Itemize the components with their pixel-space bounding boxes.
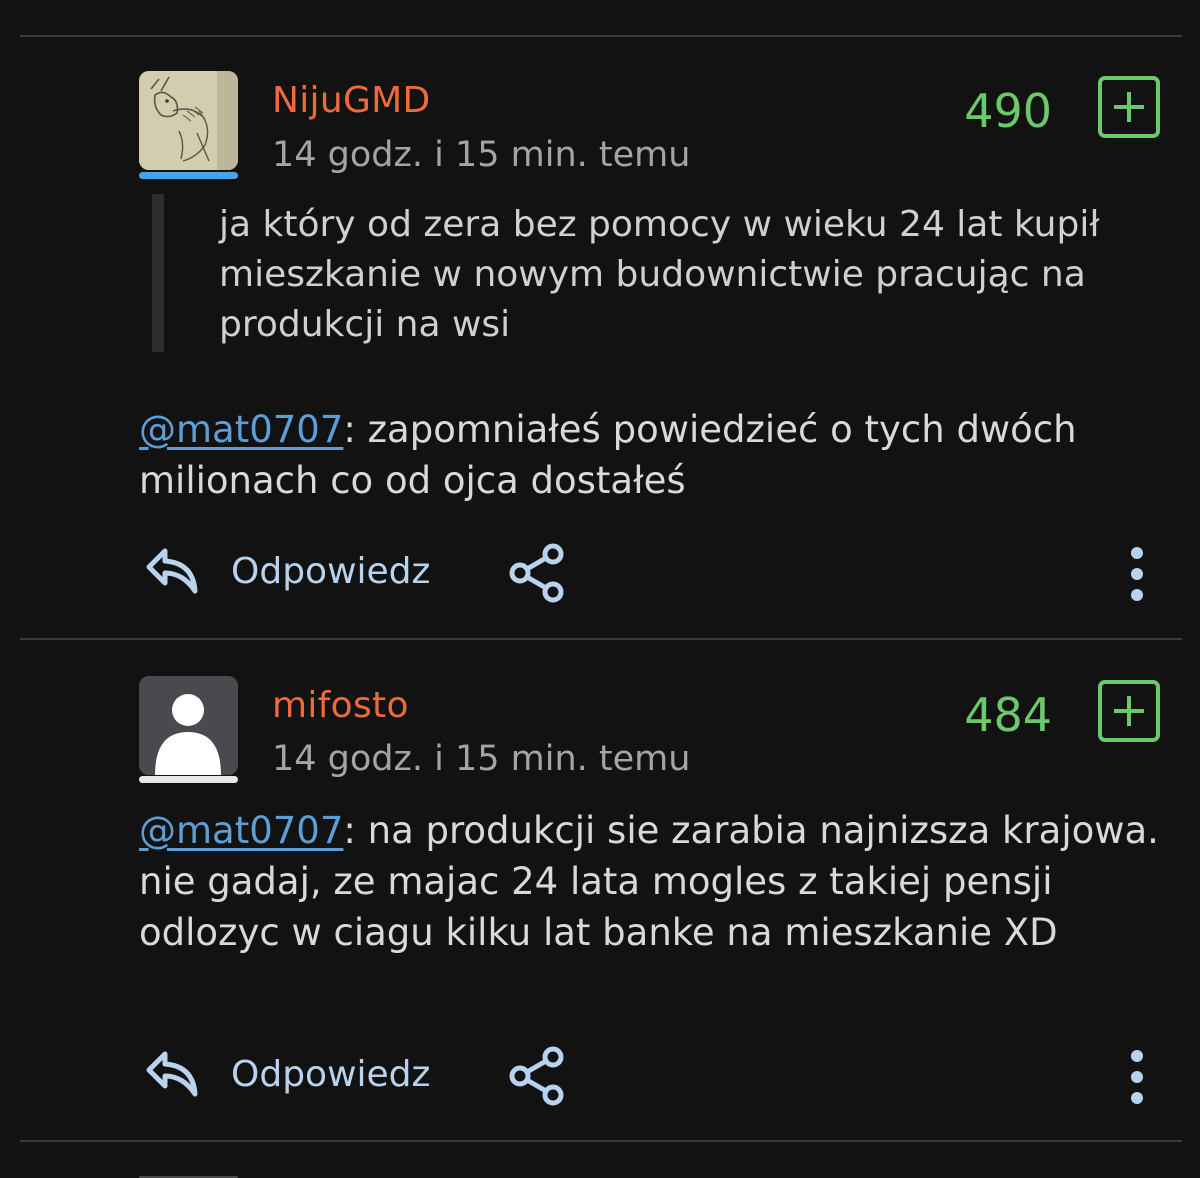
comment-feed: NijuGMD 14 godz. i 15 min. temu 490 ja k… <box>0 0 1200 1178</box>
timestamp: 14 godz. i 15 min. temu <box>272 739 691 779</box>
comment-body: @mat0707: zapomniałeś powiedzieć o tych … <box>139 404 1169 506</box>
avatar[interactable] <box>139 71 238 170</box>
user-mention[interactable]: @mat0707 <box>139 408 343 451</box>
reply-button[interactable]: Odpowiedz <box>143 1048 430 1100</box>
vote-score: 484 <box>964 688 1052 742</box>
divider <box>20 638 1182 640</box>
reply-icon <box>146 1051 198 1097</box>
reply-label: Odpowiedz <box>231 550 431 592</box>
avatar[interactable] <box>139 676 238 775</box>
avatar-status-line <box>139 172 238 179</box>
username[interactable]: mifosto <box>272 685 409 726</box>
more-options-button[interactable] <box>1130 1049 1144 1109</box>
more-vertical-icon <box>1131 547 1143 601</box>
default-user-avatar-icon <box>139 676 238 775</box>
divider <box>20 1140 1182 1142</box>
quote-text: ja który od zera bez pomocy w wieku 24 l… <box>219 204 1100 345</box>
avatar-status-line <box>139 776 238 783</box>
quote-bar <box>152 194 164 352</box>
upvote-button[interactable] <box>1098 680 1160 742</box>
share-icon <box>509 1046 564 1106</box>
reply-button[interactable]: Odpowiedz <box>143 545 430 597</box>
more-options-button[interactable] <box>1130 546 1144 606</box>
comment-body: @mat0707: na produkcji sie zarabia najni… <box>139 805 1169 958</box>
sketch-avatar-icon <box>139 71 238 170</box>
user-mention[interactable]: @mat0707 <box>139 809 343 852</box>
reply-icon <box>146 548 198 594</box>
reply-label: Odpowiedz <box>231 1053 431 1095</box>
share-button[interactable] <box>507 1045 567 1107</box>
share-icon <box>509 543 564 603</box>
divider <box>20 35 1182 37</box>
username[interactable]: NijuGMD <box>272 80 431 121</box>
vote-score: 490 <box>964 84 1052 138</box>
more-vertical-icon <box>1131 1050 1143 1104</box>
upvote-button[interactable] <box>1098 76 1160 138</box>
share-button[interactable] <box>507 542 567 604</box>
timestamp: 14 godz. i 15 min. temu <box>272 135 691 175</box>
